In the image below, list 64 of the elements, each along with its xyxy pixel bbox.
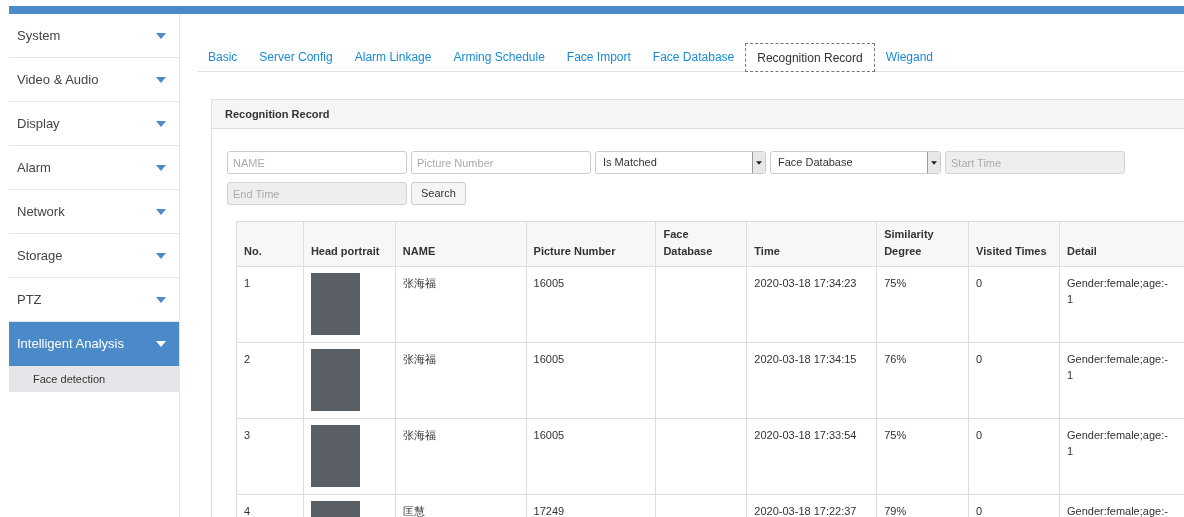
table-cell-text: 16005 [533,428,566,443]
column-header: Time [746,221,877,267]
column-header: Detail [1059,221,1184,267]
table-cell-text: Gender:female;age:-1 [1066,276,1169,307]
text-field[interactable]: Picture Number [411,151,591,174]
table-cell-text: 75% [884,428,908,443]
table-cell-text: 张海福 [402,276,437,291]
tab[interactable]: Arming Schedule [442,42,556,71]
table-cell-text: 0 [976,352,984,367]
sidebar-subitem[interactable]: Face detection [9,366,179,392]
table-cell-text: Gender:female;age:-1 [1066,352,1169,383]
column-header: Similarity Degree [876,221,969,267]
caret-icon [156,164,166,171]
text-field[interactable]: NAME [227,151,407,174]
caret-icon [156,208,166,215]
photo-placeholder [310,349,360,411]
table-cell-text: 76% [884,352,908,367]
table-cell-text: 79% [884,504,908,517]
tab[interactable]: Recognition Record [745,43,875,72]
table-cell-text: 16005 [533,352,566,367]
table-cell-text: 张海福 [402,352,437,367]
table-cell-text: 2020-03-18 17:34:23 [754,276,858,291]
column-header: Visited Times [968,221,1060,267]
tab[interactable]: Alarm Linkage [343,42,443,71]
column-header: No. [236,221,304,267]
dropdown[interactable]: Is Matched [595,151,766,174]
sidebar-item[interactable]: Intelligent Analysis [9,322,179,366]
caret-icon [156,32,166,39]
table-cell-text: 2020-03-18 17:22:37 [754,504,858,517]
caret-icon [156,252,166,259]
column-header: Head portrait [303,221,396,267]
column-header: NAME [395,221,527,267]
photo-placeholder [310,273,360,335]
column-header: Picture Number [526,221,656,267]
caret-icon [156,120,166,127]
table-cell-text: Gender:female;age:-1 [1066,428,1169,459]
caret-icon [156,340,166,347]
table-cell-text: 2 [244,352,252,367]
caret-icon [156,76,166,83]
table-cell-text: 17249 [533,504,566,517]
photo-placeholder [310,425,360,487]
tab[interactable]: Basic [197,42,249,71]
tab[interactable]: Wiegand [874,42,945,71]
search-button[interactable]: Search [411,182,466,205]
table-cell-text: 匡慧 [402,504,426,517]
tab[interactable]: Face Import [555,42,642,71]
table-cell-text: 1 [244,276,252,291]
table-cell-text: 16005 [533,276,566,291]
table-cell-text: 张海福 [402,428,437,443]
caret-icon [156,296,166,303]
table-cell-text: 2020-03-18 17:33:54 [754,428,858,443]
table-cell-text: 75% [884,276,908,291]
table-cell-text: 2020-03-18 17:34:15 [754,352,858,367]
table-cell-text: 0 [976,504,984,517]
column-header: Face Database [655,221,747,267]
table-cell-text: 3 [244,428,252,443]
table-cell-text: 0 [976,276,984,291]
tab[interactable]: Server Config [248,42,344,71]
table-cell-text: Gender:female;age:- [1066,504,1169,517]
dropdown[interactable]: Face Database [770,151,941,174]
table-cell-text: 0 [976,428,984,443]
panel-title: Recognition Record [212,100,1184,129]
tab[interactable]: Face Database [641,42,746,71]
table-cell-text: 4 [244,504,252,517]
